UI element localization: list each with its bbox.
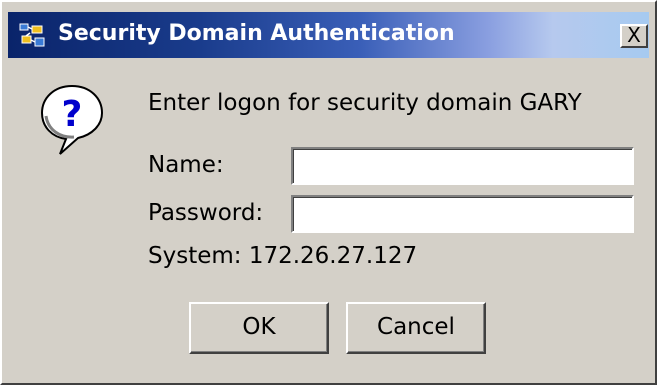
password-field[interactable] xyxy=(291,195,634,233)
svg-text:?: ? xyxy=(62,94,83,135)
name-field[interactable] xyxy=(291,147,634,185)
prompt-text: Enter logon for security domain GARY xyxy=(148,90,582,116)
window-title: Security Domain Authentication xyxy=(58,21,455,46)
system-address: System: 172.26.27.127 xyxy=(148,243,418,269)
title-bar[interactable]: Security Domain Authentication X xyxy=(8,12,649,58)
security-domain-icon xyxy=(19,23,45,47)
question-icon: ? xyxy=(40,84,104,155)
auth-dialog: Security Domain Authentication X ? Enter… xyxy=(0,0,657,385)
close-icon: X xyxy=(627,23,641,47)
cancel-button[interactable]: Cancel xyxy=(346,302,486,354)
password-label: Password: xyxy=(148,200,264,226)
close-button[interactable]: X xyxy=(620,24,648,48)
ok-button[interactable]: OK xyxy=(189,302,329,354)
name-label: Name: xyxy=(148,152,224,178)
